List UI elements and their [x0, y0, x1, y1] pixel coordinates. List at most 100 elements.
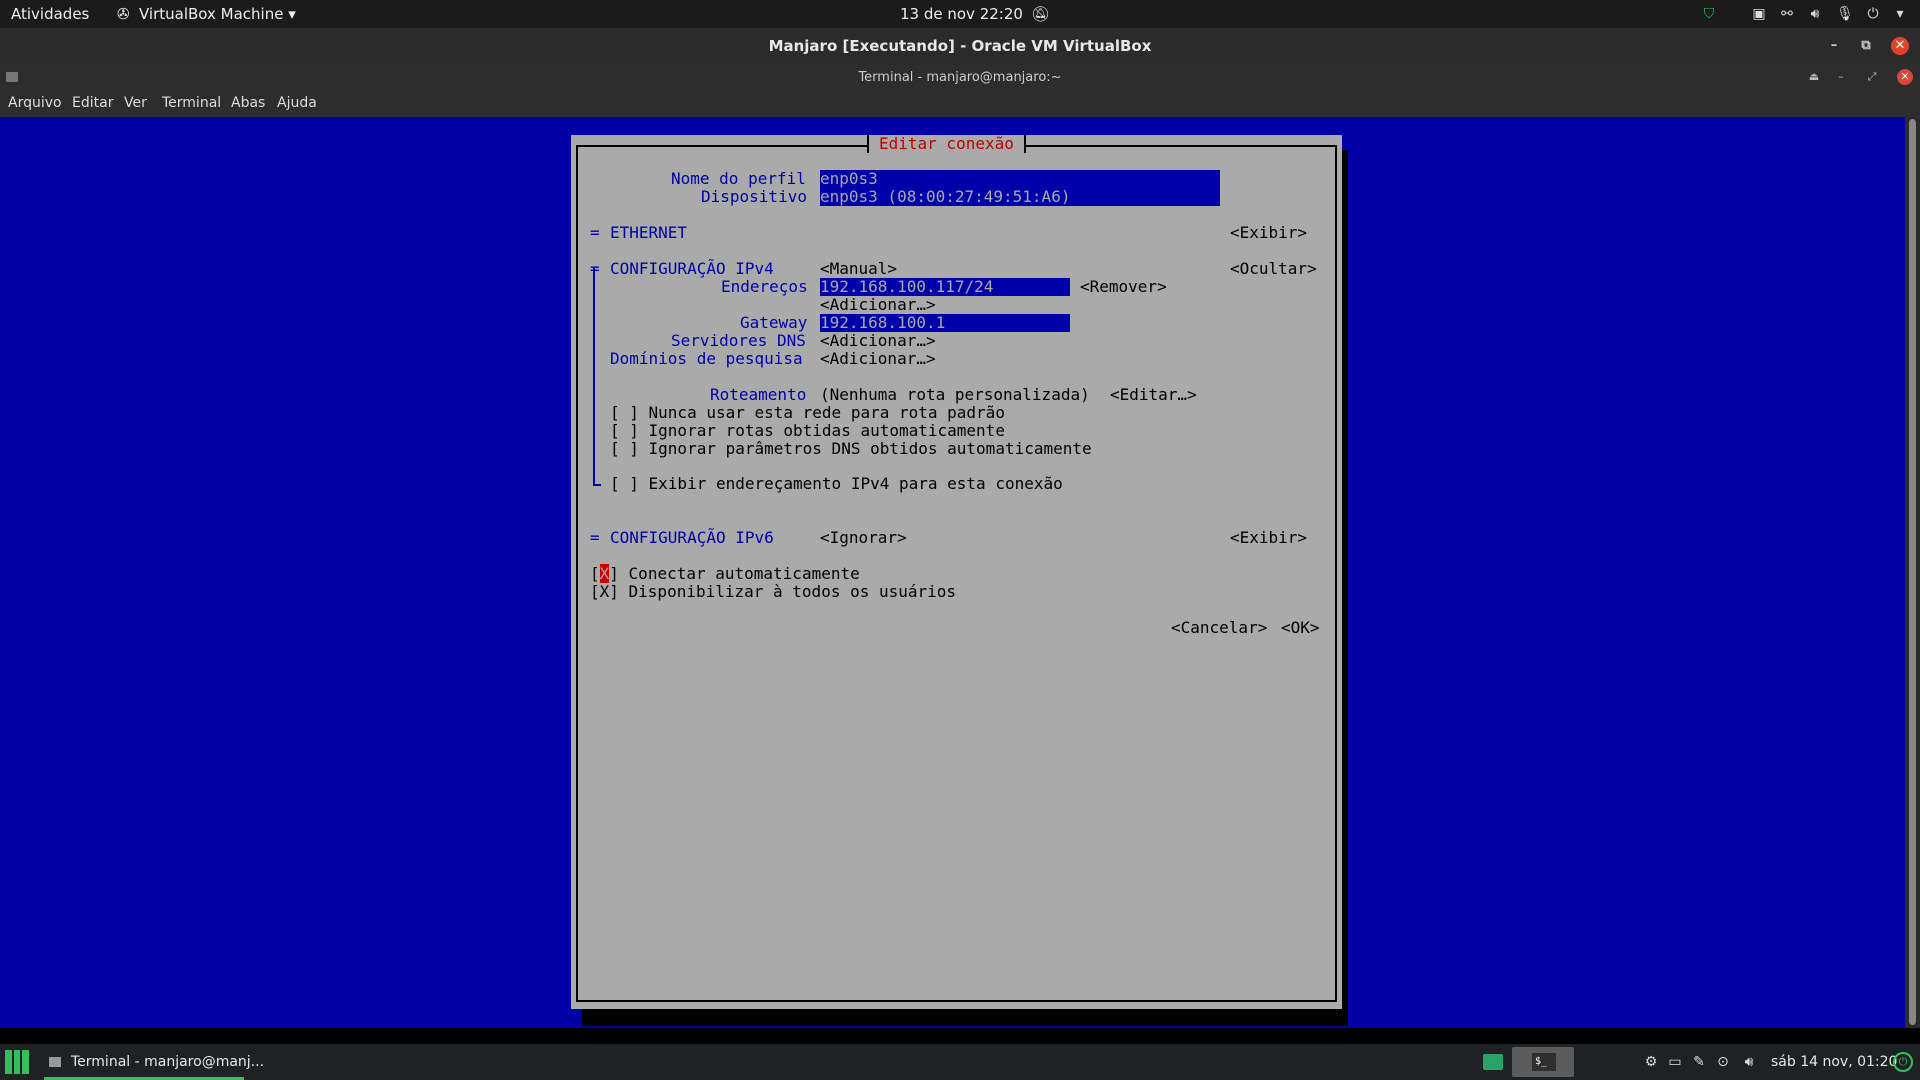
menu-terminal[interactable]: Terminal — [162, 90, 221, 117]
eject-icon[interactable]: ⏏ — [1806, 69, 1822, 85]
terminal-icon — [6, 72, 18, 82]
search-domains-label: Domínios de pesquisa — [610, 349, 803, 368]
shield-icon[interactable]: ⛉ — [1700, 5, 1718, 23]
manjaro-panel: Terminal - manjaro@manj... $_ ⚙ ▭ ✎ ⊙ 🔊︎… — [0, 1044, 1920, 1080]
all-users-checkbox[interactable]: [X] Disponibilizar à todos os usuários — [590, 583, 956, 601]
terminal-title: Terminal - manjaro@manjaro:~ — [858, 70, 1062, 85]
clock-label: 13 de nov 22:20 — [900, 5, 1023, 23]
device-label: Dispositivo — [701, 187, 807, 206]
clock-button[interactable]: 13 de nov 22:20 🔕︎ — [900, 0, 1050, 28]
addresses-label: Endereços — [721, 277, 808, 296]
screen-share-icon[interactable]: ▣ — [1750, 5, 1768, 23]
auto-connect-label: ] Conectar automaticamente — [609, 564, 860, 583]
profile-name-label: Nome do perfil — [671, 169, 806, 188]
add-address-button[interactable]: <Adicionar…> — [820, 296, 936, 314]
bell-off-icon: 🔕︎ — [1030, 5, 1050, 23]
microphone-icon[interactable]: 🎙︎ — [1836, 5, 1854, 23]
menu-ver[interactable]: Ver — [124, 90, 147, 117]
address-input[interactable]: 192.168.100.117/24 — [820, 278, 1070, 296]
network-icon[interactable]: ⊙ — [1714, 1053, 1732, 1071]
virtualbox-titlebar: Manjaro [Executando] - Oracle VM Virtual… — [0, 28, 1920, 65]
app-menu[interactable]: ✇ VirtualBox Machine ▾ — [117, 0, 296, 28]
add-search-domain-button[interactable]: <Adicionar…> — [820, 350, 936, 368]
app-menu-label: VirtualBox Machine — [139, 5, 284, 23]
address-value: 192.168.100.117/24 — [820, 277, 994, 296]
device-input[interactable]: enp0s3 (08:00:27:49:51:A6) — [820, 188, 1220, 206]
volume-icon[interactable]: 🔊︎ — [1740, 1053, 1758, 1071]
terminal-menubar: Arquivo Editar Ver Terminal Abas Ajuda — [0, 90, 1920, 117]
ok-button[interactable]: <OK> — [1281, 619, 1320, 637]
manjaro-menu-icon[interactable] — [5, 1050, 29, 1074]
ethernet-section-label: ETHERNET — [610, 223, 688, 242]
restore-icon[interactable]: ⧉ — [1857, 37, 1875, 55]
edit-routing-button[interactable]: <Editar…> — [1110, 386, 1197, 404]
terminal-launcher-button[interactable]: $_ — [1512, 1047, 1574, 1077]
virtualbox-app-icon: ✇ — [117, 5, 130, 23]
routing-value: (Nenhuma rota personalizada) — [820, 385, 1090, 404]
ethernet-marker: = — [590, 223, 600, 242]
terminal-icon: $_ — [1532, 1053, 1556, 1071]
chat-icon[interactable] — [1483, 1054, 1503, 1070]
ipv6-show-button[interactable]: <Exibir> — [1230, 529, 1307, 547]
ipv6-marker: = — [590, 528, 600, 547]
terminal-titlebar: Terminal - manjaro@manjaro:~ ⏏ – ⤢ ✕ — [0, 65, 1920, 90]
remove-address-button[interactable]: <Remover> — [1080, 278, 1167, 296]
taskbar-terminal-label: Terminal - manjaro@manj... — [71, 1054, 265, 1070]
gateway-label: Gateway — [740, 313, 808, 332]
ignore-dns-checkbox[interactable]: [ ] Ignorar parâmetros DNS obtidos autom… — [610, 440, 1092, 458]
dialog-title: Editar conexão — [867, 135, 1026, 153]
taskbar-terminal-item[interactable]: Terminal - manjaro@manj... — [44, 1044, 264, 1080]
ipv4-section-end — [593, 484, 601, 486]
volume-icon[interactable]: 🔊︎ — [1806, 5, 1824, 23]
profile-name-input[interactable]: enp0s3 — [820, 170, 1220, 188]
require-ipv4-checkbox[interactable]: [ ] Exibir endereçamento IPv4 para esta … — [610, 475, 1063, 493]
gateway-value: 192.168.100.1 — [820, 313, 946, 332]
menu-abas[interactable]: Abas — [231, 90, 265, 117]
ipv4-section-label: CONFIGURAÇÃO IPv4 — [610, 259, 774, 278]
add-dns-button[interactable]: <Adicionar…> — [820, 332, 936, 350]
window-title: Manjaro [Executando] - Oracle VM Virtual… — [768, 37, 1152, 55]
ipv6-mode-dropdown[interactable]: <Ignorar> — [820, 529, 907, 547]
maximize-icon[interactable]: ⤢ — [1864, 69, 1880, 85]
minimize-icon[interactable]: – — [1833, 69, 1849, 85]
ipv6-section-label: CONFIGURAÇÃO IPv6 — [610, 528, 774, 547]
minimize-icon[interactable]: – — [1825, 37, 1843, 55]
ipv4-hide-button[interactable]: <Ocultar> — [1230, 260, 1317, 278]
menu-editar[interactable]: Editar — [72, 90, 113, 117]
menu-ajuda[interactable]: Ajuda — [277, 90, 317, 117]
profile-name-value: enp0s3 — [820, 169, 878, 188]
terminal-icon — [49, 1057, 61, 1067]
panel-clock[interactable]: sáb 14 nov, 01:20 — [1771, 1044, 1897, 1080]
ignore-routes-checkbox[interactable]: [ ] Ignorar rotas obtidas automaticament… — [610, 422, 1005, 440]
activities-button[interactable]: Atividades — [11, 0, 89, 28]
display-icon[interactable]: ▭ — [1666, 1053, 1684, 1071]
power-icon[interactable]: ⏻ — [1893, 1052, 1913, 1072]
ethernet-show-button[interactable]: <Exibir> — [1230, 224, 1307, 242]
routing-label: Roteamento — [710, 385, 807, 404]
gateway-input[interactable]: 192.168.100.1 — [820, 314, 1070, 332]
panel-gap — [0, 1028, 1920, 1044]
clip-icon[interactable]: ✎ — [1690, 1053, 1708, 1071]
auto-connect-checkbox[interactable]: [X] Conectar automaticamente — [590, 564, 860, 583]
ipv4-marker: = — [590, 259, 600, 278]
power-icon[interactable]: ⏻ — [1864, 5, 1882, 23]
auto-connect-mark: X — [599, 564, 610, 583]
ipv4-mode-dropdown[interactable]: <Manual> — [820, 260, 897, 278]
terminal-scrollbar[interactable] — [1905, 117, 1920, 1028]
cancel-button[interactable]: <Cancelar> — [1171, 619, 1267, 637]
close-icon[interactable]: ✕ — [1897, 69, 1913, 85]
auto-connect-open: [ — [590, 564, 600, 583]
ipv4-section-bar — [593, 268, 595, 486]
gnome-top-bar: Atividades ✇ VirtualBox Machine ▾ 13 de n… — [0, 0, 1920, 28]
security-icon[interactable]: ⚙ — [1642, 1053, 1660, 1071]
network-icon[interactable]: ⚯ — [1778, 5, 1796, 23]
dns-servers-label: Servidores DNS — [671, 331, 806, 350]
scrollbar-thumb[interactable] — [1909, 119, 1916, 1025]
menu-arquivo[interactable]: Arquivo — [8, 90, 62, 117]
device-value: enp0s3 (08:00:27:49:51:A6) — [820, 187, 1071, 206]
close-icon[interactable]: ✕ — [1891, 37, 1909, 55]
never-default-checkbox[interactable]: [ ] Nunca usar esta rede para rota padrã… — [610, 404, 1005, 422]
edit-connection-dialog: Editar conexão Nome do perfil enp0s3 Dis… — [571, 135, 1342, 1009]
chevron-down-icon: ▾ — [288, 5, 296, 23]
chevron-down-icon[interactable]: ▾ — [1891, 5, 1909, 23]
